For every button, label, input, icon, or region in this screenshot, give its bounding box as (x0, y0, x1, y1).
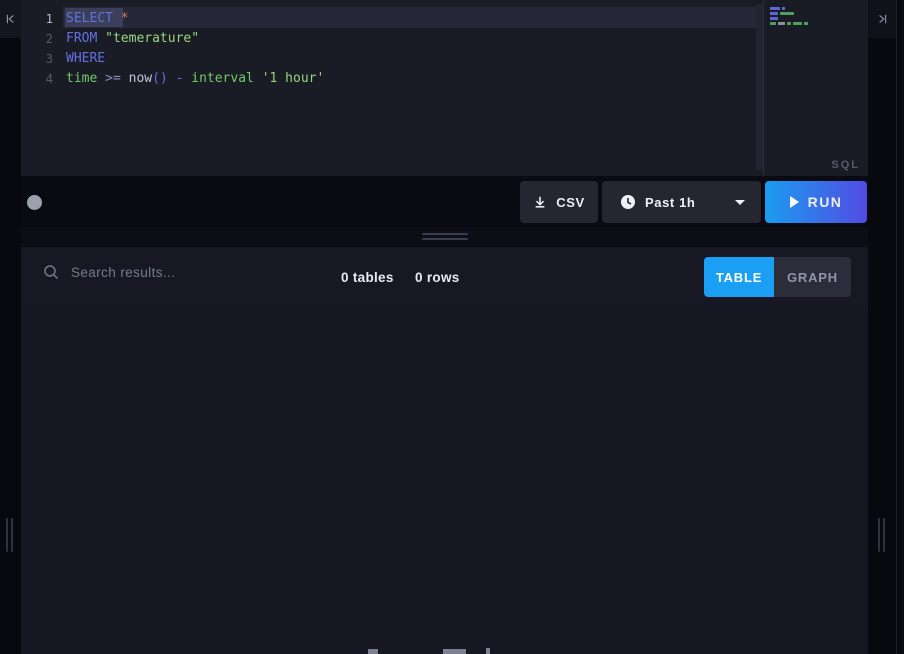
line-number: 1 (21, 9, 53, 29)
interval-token: interval (191, 71, 254, 86)
search-results-input[interactable] (71, 265, 291, 280)
tab-table-view[interactable]: TABLE (704, 257, 774, 297)
clipped-text-fragment (368, 649, 378, 654)
star-token: * (113, 11, 129, 26)
keyword-token: SELECT (66, 11, 113, 26)
code-minimap[interactable] (770, 7, 840, 27)
string-token: '1 hour' (254, 71, 324, 86)
collapse-left-panel-button[interactable] (0, 0, 21, 38)
collapse-right-panel-button[interactable] (868, 0, 896, 38)
editor-scrollbar[interactable] (756, 4, 763, 170)
paren-token: () (152, 71, 168, 86)
code-area[interactable]: SELECT * FROM "temerature" WHERE time >=… (66, 9, 324, 89)
right-rail-divider (896, 0, 897, 654)
query-explorer-window: 1 2 3 4 SELECT * FROM "temerature" WHERE… (0, 0, 904, 654)
keyword-token: WHERE (66, 51, 105, 66)
line-number: 4 (21, 69, 53, 89)
right-resize-handle[interactable] (878, 518, 885, 552)
rows-count: 0 rows (415, 270, 460, 285)
clipped-text-fragment (443, 649, 466, 654)
operator-token: >= (97, 71, 128, 86)
identifier-token: time (66, 71, 97, 86)
left-rail (0, 0, 21, 654)
results-header: 0 tables 0 rows TABLE GRAPH (21, 247, 868, 307)
run-button-label: RUN (808, 194, 843, 210)
time-range-dropdown[interactable]: Past 1h (602, 181, 761, 223)
string-token: "temerature" (97, 31, 199, 46)
run-query-button[interactable]: RUN (765, 181, 867, 223)
left-resize-handle[interactable] (6, 518, 13, 552)
tables-count: 0 tables (341, 270, 394, 285)
main-column: 1 2 3 4 SELECT * FROM "temerature" WHERE… (21, 0, 868, 654)
collapse-left-icon (5, 13, 17, 25)
time-range-label: Past 1h (645, 195, 695, 210)
function-token: now (129, 71, 152, 86)
line-number: 3 (21, 49, 53, 69)
play-icon (790, 196, 799, 208)
results-empty-area (21, 307, 868, 654)
download-icon (533, 195, 547, 209)
sql-editor[interactable]: 1 2 3 4 SELECT * FROM "temerature" WHERE… (21, 0, 868, 177)
csv-button-label: CSV (556, 195, 585, 210)
collapse-right-icon (876, 13, 888, 25)
clipped-text-fragment (486, 648, 490, 654)
line-number: 2 (21, 29, 53, 49)
line-number-gutter: 1 2 3 4 (21, 9, 53, 89)
results-panel: 0 tables 0 rows TABLE GRAPH (21, 247, 868, 654)
search-results-box[interactable] (43, 264, 291, 280)
query-toolbar: CSV Past 1h RUN (21, 178, 868, 226)
status-indicator-dot (27, 195, 42, 210)
search-icon (43, 264, 59, 280)
language-badge: SQL (831, 159, 860, 171)
right-rail (868, 0, 904, 654)
tab-graph-view[interactable]: GRAPH (774, 257, 851, 297)
view-mode-toggle: TABLE GRAPH (704, 257, 851, 297)
code-line-1: SELECT * (66, 9, 324, 29)
csv-export-button[interactable]: CSV (520, 181, 598, 223)
code-line-4: time >= now() - interval '1 hour' (66, 69, 324, 89)
minus-token: - (168, 71, 191, 86)
chevron-down-icon (735, 200, 745, 205)
minimap-divider (763, 0, 764, 177)
keyword-token: FROM (66, 31, 97, 46)
clock-icon (620, 194, 636, 210)
code-line-2: FROM "temerature" (66, 29, 324, 49)
code-line-3: WHERE (66, 49, 324, 69)
pane-resize-handle[interactable] (21, 226, 868, 247)
